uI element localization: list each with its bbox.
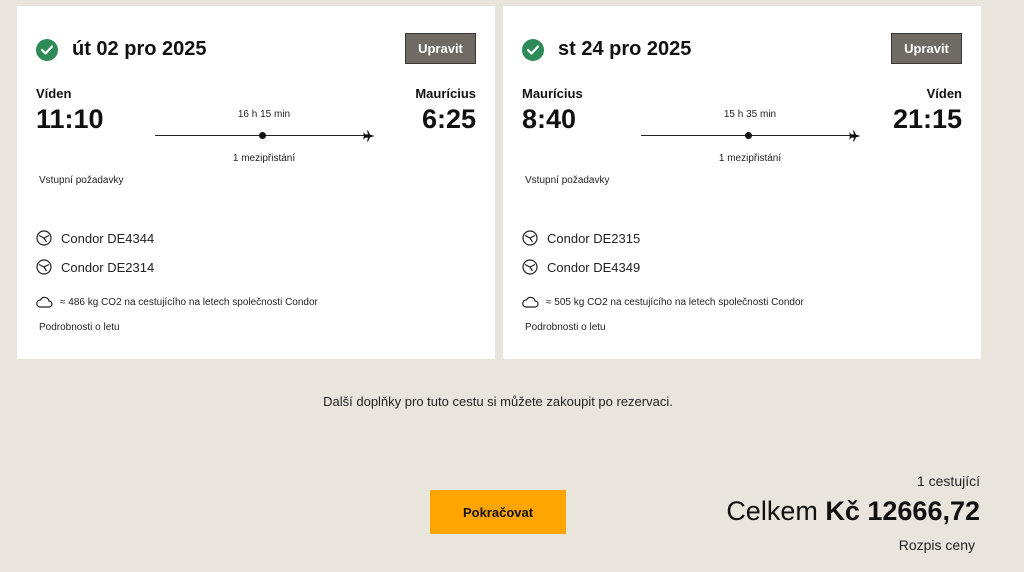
departure-time: 8:40 [522, 104, 577, 134]
origin-city: Maurícius [522, 86, 583, 101]
airplane-icon [363, 130, 375, 142]
flight-card-outbound: út 02 pro 2025 Upravit Víden 11:10 Maurí… [17, 6, 495, 359]
cloud-icon [522, 296, 539, 308]
price-breakdown-link[interactable]: Rozpis ceny [899, 537, 975, 553]
stops-count: 1 mezipřistání [232, 153, 296, 164]
extras-note: Další doplňky pro tuto cestu si můžete z… [323, 394, 673, 409]
stop-dot [745, 132, 752, 139]
condor-logo-icon [522, 259, 538, 275]
flight-duration: 15 h 35 min [723, 109, 777, 120]
flight-segment: Condor DE2315 [522, 230, 640, 246]
flight-segment: Condor DE4344 [36, 230, 154, 246]
check-circle-icon [522, 38, 544, 61]
arrival-time: 6:25 [421, 104, 476, 134]
destination-city: Víden [926, 86, 962, 101]
total-price: Celkem Kč 12666,72 [726, 496, 980, 527]
departure-time: 11:10 [36, 104, 104, 134]
check-circle-icon [36, 38, 58, 61]
condor-logo-icon [36, 230, 52, 246]
co2-info: ≈ 505 kg CO2 na cestujícího na letech sp… [522, 296, 804, 308]
flight-number: Condor DE2314 [61, 259, 155, 275]
arrival-time: 21:15 [892, 104, 962, 134]
total-label: Celkem [726, 496, 818, 526]
origin-city: Víden [36, 86, 72, 101]
flight-details-link[interactable]: Podrobnosti o letu [525, 322, 606, 333]
total-amount: Kč 12666,72 [825, 496, 980, 526]
flight-number: Condor DE4349 [547, 259, 641, 275]
co2-text: ≈ 505 kg CO2 na cestujícího na letech sp… [546, 296, 804, 308]
entry-requirements-link[interactable]: Vstupní požadavky [525, 175, 610, 186]
condor-logo-icon [522, 230, 538, 246]
destination-city: Maurícius [415, 86, 476, 101]
passenger-count: 1 cestující [916, 473, 980, 489]
airplane-icon [849, 130, 861, 142]
flight-number: Condor DE4344 [61, 230, 155, 246]
condor-logo-icon [36, 259, 52, 275]
co2-info: ≈ 486 kg CO2 na cestujícího na letech sp… [36, 296, 318, 308]
cloud-icon [36, 296, 53, 308]
continue-button[interactable]: Pokračovat [430, 490, 566, 534]
leg-date: st 24 pro 2025 [558, 38, 692, 60]
date-row: st 24 pro 2025 [522, 38, 691, 61]
flight-card-return: st 24 pro 2025 Upravit Maurícius 8:40 Ví… [503, 6, 981, 359]
stops-count: 1 mezipřistání [718, 153, 782, 164]
edit-button[interactable]: Upravit [891, 33, 962, 64]
flight-segment: Condor DE2314 [36, 259, 154, 275]
entry-requirements-link[interactable]: Vstupní požadavky [39, 175, 124, 186]
leg-date: út 02 pro 2025 [72, 38, 207, 60]
stop-dot [259, 132, 266, 139]
flight-number: Condor DE2315 [547, 230, 641, 246]
flight-duration: 16 h 15 min [237, 109, 291, 120]
date-row: út 02 pro 2025 [36, 38, 207, 61]
flight-details-link[interactable]: Podrobnosti o letu [39, 322, 120, 333]
co2-text: ≈ 486 kg CO2 na cestujícího na letech sp… [60, 296, 318, 308]
flight-segment: Condor DE4349 [522, 259, 640, 275]
edit-button[interactable]: Upravit [405, 33, 476, 64]
